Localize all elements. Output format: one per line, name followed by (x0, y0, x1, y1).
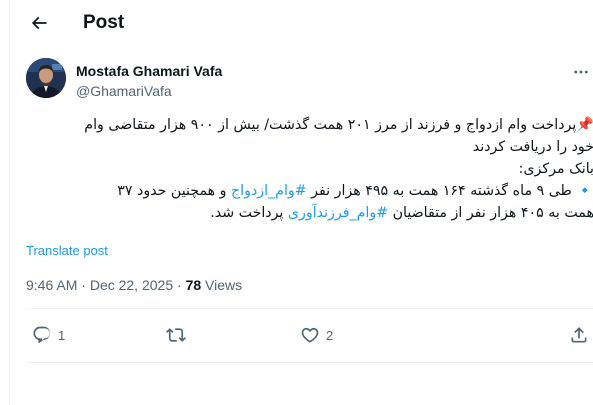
tweet-line: همت به ۴۰۵ هزار نفر از متقاضیان #وام_فرز… (26, 202, 593, 224)
post-time[interactable]: 9:46 AM (26, 277, 77, 293)
repost-button[interactable] (166, 322, 192, 348)
tweet-line: بانک مرکزی: (26, 158, 593, 180)
author-handle[interactable]: @GhamariVafa (76, 82, 172, 100)
meta-separator: · (173, 277, 186, 293)
tweet-text-segment: و همچنین حدود ۳۷ (117, 183, 232, 199)
meta-separator: · (77, 277, 90, 293)
translate-post-link[interactable]: Translate post (26, 242, 108, 260)
like-count: 2 (326, 327, 334, 343)
arrow-left-icon (31, 16, 47, 30)
repost-icon (166, 328, 186, 342)
divider (26, 308, 593, 309)
back-button[interactable] (26, 10, 52, 36)
avatar[interactable] (26, 58, 66, 98)
reply-button[interactable]: 1 (32, 322, 65, 348)
profile-photo (26, 58, 66, 98)
share-button[interactable] (569, 322, 593, 348)
hashtag-link[interactable]: #وام_فرزندآوری (288, 205, 388, 221)
heart-icon (301, 327, 319, 343)
views-count: 78 (185, 277, 202, 293)
share-icon (571, 327, 587, 343)
page-header: Post (10, 0, 593, 46)
tweet-text-segment: 🔹 طی ۹ ماه گذشته ۱۶۴ همت به ۴۹۵ هزار نفر (306, 183, 593, 199)
post-page: Post Mostafa Ghamari Vafa @GhamariVafa 📌… (9, 0, 593, 405)
like-button[interactable]: 2 (300, 322, 333, 348)
post-date[interactable]: Dec 22, 2025 (90, 277, 173, 293)
reply-icon (33, 326, 51, 344)
tweet-text-segment: خود را دریافت کردند (472, 139, 593, 155)
tweet-text-segment: همت به ۴۰۵ هزار نفر از متقاضیان (388, 205, 593, 221)
more-horizontal-icon (574, 70, 588, 74)
views-label: Views (201, 277, 243, 293)
tweet-line: 🔹 طی ۹ ماه گذشته ۱۶۴ همت به ۴۹۵ هزار نفر… (26, 180, 593, 202)
tweet-line: 📌پرداخت وام ازدواج و فرزند از مرز ۲۰۱ هم… (26, 114, 593, 136)
page-title: Post (83, 12, 125, 33)
more-options-button[interactable] (571, 64, 591, 80)
post-metadata: 9:46 AM · Dec 22, 2025 · 78 Views (26, 276, 242, 294)
tweet-text: 📌پرداخت وام ازدواج و فرزند از مرز ۲۰۱ هم… (26, 114, 593, 224)
divider (26, 362, 593, 363)
reply-count: 1 (58, 327, 66, 343)
tweet-text-segment: بانک مرکزی: (518, 161, 593, 177)
hashtag-link[interactable]: #وام_ازدواج (231, 183, 307, 199)
tweet-line: خود را دریافت کردند (26, 136, 593, 158)
author-name[interactable]: Mostafa Ghamari Vafa (76, 62, 222, 80)
tweet-text-segment: 📌پرداخت وام ازدواج و فرزند از مرز ۲۰۱ هم… (84, 117, 593, 133)
action-bar: 1 2 (10, 322, 593, 348)
tweet-text-segment: پرداخت شد. (210, 205, 288, 221)
